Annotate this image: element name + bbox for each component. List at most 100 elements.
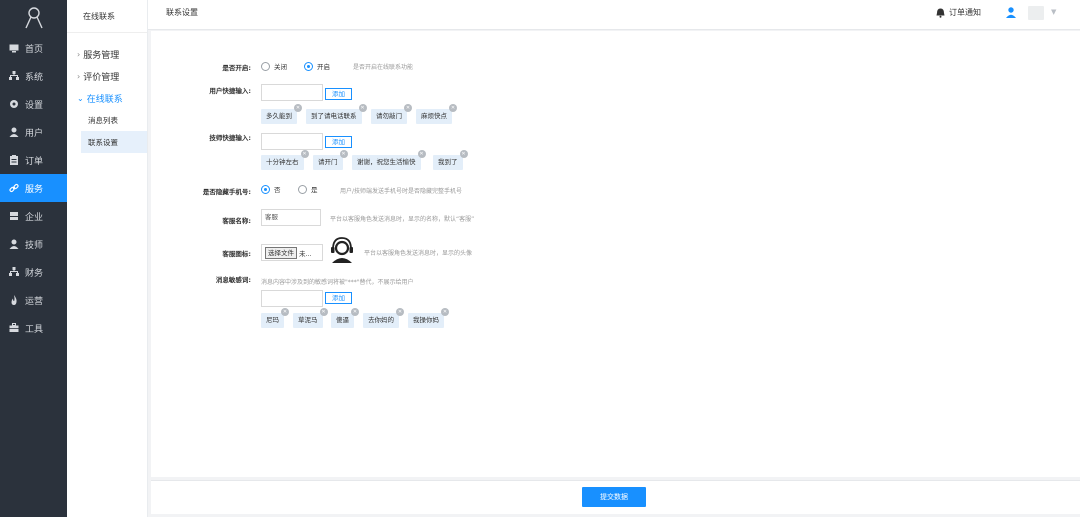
close-icon[interactable]: ✕ (281, 308, 289, 316)
nav-item-system[interactable]: 系统 (0, 62, 67, 90)
sub-nav: 在线联系 › 服务管理 › 评价管理 ⌄ 在线联系 消息列表 联系设置 (67, 0, 148, 517)
chevron-right-icon: › (77, 71, 81, 81)
tech-quick-add-button[interactable]: 添加 (325, 136, 352, 148)
nav-item-finance[interactable]: 财务 (0, 258, 67, 286)
main-nav: 首页 系统 设置 用户 订单 服务 企业 技师 财务 运营 工具 (0, 0, 67, 517)
nav-list: 首页 系统 设置 用户 订单 服务 企业 技师 财务 运营 工具 (0, 34, 67, 342)
close-icon[interactable]: ✕ (396, 308, 404, 316)
close-icon[interactable]: ✕ (339, 150, 348, 158)
user-icon[interactable] (1006, 7, 1016, 18)
nav-item-label: 工具 (25, 324, 44, 335)
radio-circle (298, 184, 307, 194)
nav-item-label: 企业 (25, 212, 44, 223)
close-icon[interactable]: ✕ (351, 308, 359, 316)
tag: 尼玛 ✕ (261, 308, 289, 328)
tag-label: 我操你妈 (413, 316, 439, 324)
enabled-hint: 是否开启在线联系功能 (353, 64, 414, 71)
file-picker[interactable]: 选择文件 未... (261, 244, 323, 261)
tag-label: 多久能到 (266, 112, 292, 120)
close-icon[interactable]: ✕ (300, 150, 309, 158)
subnav-group-label: 评价管理 (83, 72, 120, 83)
subnav-group-service-manage[interactable]: › 服务管理 (67, 43, 147, 65)
nav-item-settings[interactable]: 设置 (0, 90, 67, 118)
nav-item-technician[interactable]: 技师 (0, 230, 67, 258)
nav-item-label: 首页 (25, 44, 44, 55)
gear-icon (9, 99, 19, 109)
nav-item-orders[interactable]: 订单 (0, 146, 67, 174)
subnav-group-online-contact[interactable]: ⌄ 在线联系 (67, 87, 147, 109)
clipboard-icon (9, 155, 19, 165)
order-notification[interactable]: 订单通知 (936, 7, 981, 18)
close-icon[interactable]: ✕ (459, 150, 468, 158)
service-name-hint: 平台以客服角色发送消息时，显示的名称，默认“客服” (330, 216, 475, 223)
sitemap-icon (9, 267, 19, 277)
close-icon[interactable]: ✕ (319, 308, 328, 316)
sitemap-icon (9, 71, 19, 81)
subnav-group-review-manage[interactable]: › 评价管理 (67, 65, 147, 87)
tag-label: 草泥马 (298, 316, 318, 324)
tag: 谢谢，祝您生活愉快 ✕ (352, 150, 426, 170)
tag-label: 尼玛 (266, 316, 279, 324)
nav-item-home[interactable]: 首页 (0, 34, 67, 62)
sensitive-add-button[interactable]: 添加 (325, 292, 352, 304)
submit-button[interactable]: 提交数据 (582, 487, 646, 507)
fire-icon (9, 295, 19, 305)
nav-item-label: 设置 (25, 100, 44, 111)
enabled-label: 是否开启: (222, 64, 251, 72)
close-icon[interactable]: ✕ (294, 104, 302, 112)
user-quick-add-button[interactable]: 添加 (325, 88, 352, 100)
nav-item-operations[interactable]: 运营 (0, 286, 67, 314)
tag: 草泥马 ✕ (293, 308, 328, 328)
hide-phone-hint: 用户/技师端发送手机号时是否隐藏完整手机号 (340, 188, 463, 195)
nav-item-company[interactable]: 企业 (0, 202, 67, 230)
tag: 傻逼 ✕ (331, 308, 359, 328)
tag-label: 我到了 (438, 158, 458, 166)
subnav-item-contact-settings[interactable]: 联系设置 (81, 131, 147, 153)
subnav-title: 在线联系 (67, 0, 147, 33)
settings-form: 是否开启: 关闭 开启 是否开启在线联系功能 用户快捷输入: 添加 多久能到 ✕ … (151, 31, 1080, 477)
sensitive-label: 消息敏感词: (215, 276, 251, 284)
tag: 到了请电话联系 ✕ (306, 104, 367, 124)
radio-label: 否 (274, 186, 281, 194)
service-name-label: 客服名称: (222, 217, 251, 225)
bell-icon (936, 8, 945, 18)
close-icon[interactable]: ✕ (441, 308, 449, 316)
nav-item-label: 技师 (25, 240, 44, 251)
tag-label: 谢谢，祝您生活愉快 (357, 158, 416, 166)
user-icon (9, 127, 19, 137)
nav-item-tools[interactable]: 工具 (0, 314, 67, 342)
radio-label: 开启 (317, 63, 330, 71)
enabled-radio-off[interactable]: 关闭 (261, 61, 287, 71)
nav-item-label: 财务 (25, 268, 44, 279)
subnav-item-message-list[interactable]: 消息列表 (67, 109, 147, 131)
avatar[interactable] (1028, 6, 1044, 20)
headset-support-icon (331, 237, 353, 263)
enabled-radio-on[interactable]: 开启 (304, 61, 330, 71)
sensitive-input[interactable] (261, 290, 323, 307)
tag: 我到了 ✕ (433, 150, 468, 170)
link-icon (9, 183, 19, 193)
tag-label: 请勿敲门 (376, 112, 402, 120)
monitor-icon (9, 43, 19, 53)
close-icon[interactable]: ✕ (404, 104, 412, 112)
tech-quick-label: 技师快捷输入: (209, 134, 251, 142)
close-icon[interactable]: ✕ (449, 104, 457, 112)
tag-label: 麻烦快点 (421, 112, 447, 120)
briefcase-icon (9, 323, 19, 333)
nav-item-users[interactable]: 用户 (0, 118, 67, 146)
tech-quick-input[interactable] (261, 133, 323, 150)
hide-phone-radio-no[interactable]: 否 (261, 184, 281, 194)
service-name-input[interactable]: 客服 (261, 209, 321, 226)
nav-item-service[interactable]: 服务 (0, 174, 67, 202)
close-icon[interactable]: ✕ (417, 150, 426, 158)
close-icon[interactable]: ✕ (358, 104, 367, 112)
choose-file-button[interactable]: 选择文件 (265, 246, 297, 259)
user-quick-input[interactable] (261, 84, 323, 101)
tag: 去你妈的 ✕ (363, 308, 404, 328)
building-icon (9, 211, 19, 221)
hide-phone-radio-yes[interactable]: 是 (298, 184, 318, 194)
chevron-down-icon[interactable]: ▼ (1051, 8, 1056, 16)
service-icon-hint: 平台以客服角色发送消息时，显示的头像 (364, 250, 473, 257)
tag: 十分钟左右 ✕ (261, 150, 309, 170)
notification-label: 订单通知 (949, 8, 981, 17)
